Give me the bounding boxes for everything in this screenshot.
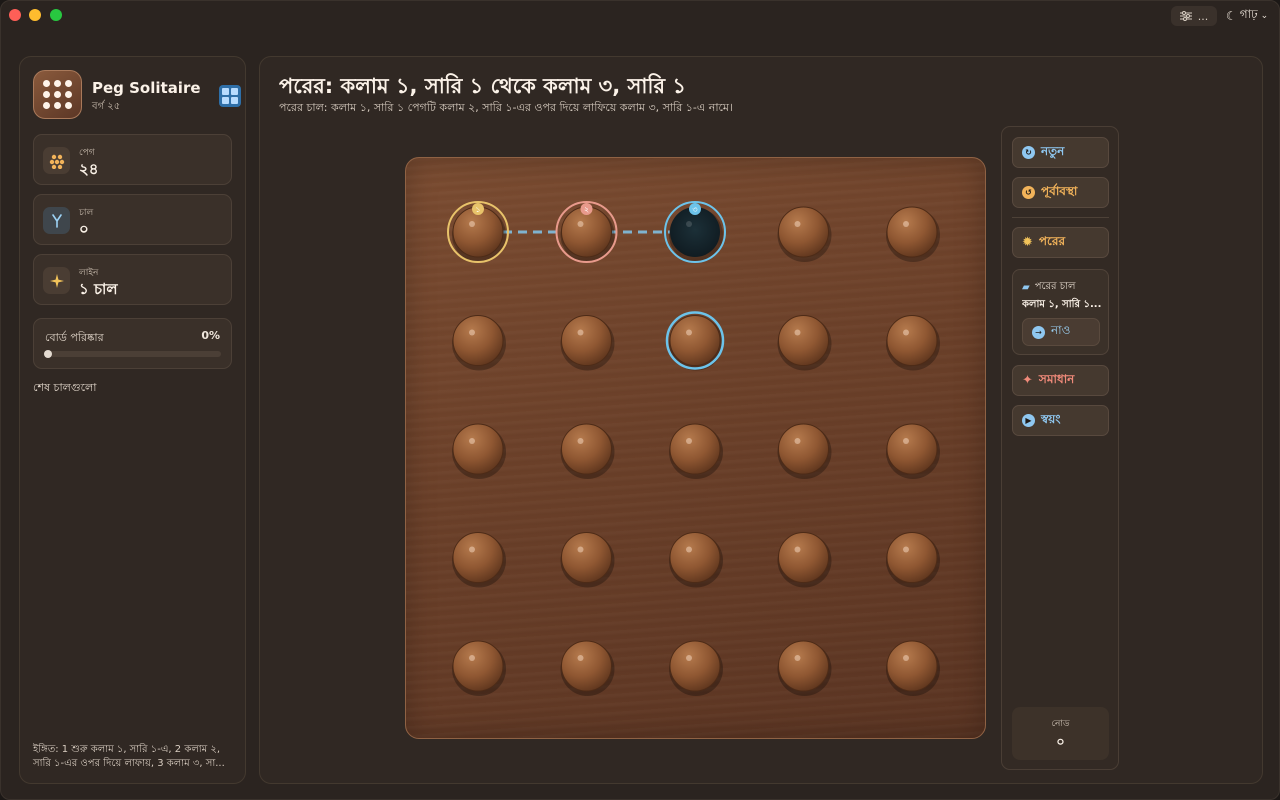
refresh-icon: ↻ xyxy=(1022,146,1035,159)
board-variant: বর্গ ২৫ xyxy=(92,101,121,112)
app-name: Peg Solitaire xyxy=(92,79,201,97)
next-hint-label: পরের xyxy=(1038,233,1066,248)
board-clear-progress: বোর্ড পরিষ্কার 0% xyxy=(33,318,232,369)
theme-label: গাঢ় xyxy=(1239,7,1258,21)
progress-label: বোর্ড পরিষ্কার xyxy=(45,331,104,344)
peg[interactable] xyxy=(777,206,832,262)
nodes-label: নোড xyxy=(1051,719,1070,729)
peg[interactable] xyxy=(560,423,615,479)
peg[interactable] xyxy=(669,532,723,588)
sidebar: Peg Solitaire বর্গ ২৫ পেগ ২৪ চাল ০ লাইন … xyxy=(19,56,246,784)
signpost-icon: ▰ xyxy=(1022,282,1030,293)
peg[interactable] xyxy=(777,532,832,588)
progress-percent: 0% xyxy=(201,329,220,342)
sparkle-icon: ✦ xyxy=(1022,373,1033,388)
theme-toggle[interactable]: ☾ গাঢ় ⌄ xyxy=(1226,6,1268,26)
peg[interactable] xyxy=(452,532,506,588)
solve-button[interactable]: ✦ সমাধান xyxy=(1012,365,1109,396)
step-badge-label: ৩ xyxy=(692,205,697,214)
play-icon: ▶ xyxy=(1022,414,1035,427)
divider xyxy=(1012,217,1109,218)
sliders-icon xyxy=(1179,11,1192,21)
peg[interactable] xyxy=(669,423,723,479)
peg[interactable] xyxy=(886,423,940,479)
peg[interactable] xyxy=(560,532,615,588)
peg[interactable] xyxy=(886,315,940,371)
step-badge-label: ২ xyxy=(584,205,589,214)
app-logo-icon xyxy=(33,70,82,119)
next-move-header: ▰ পরের চাল xyxy=(1022,279,1075,296)
peg[interactable] xyxy=(777,423,832,479)
new-game-button[interactable]: ↻ নতুন xyxy=(1012,137,1109,168)
auto-play-button[interactable]: ▶ স্বয়ং xyxy=(1012,405,1109,436)
solve-label: সমাধান xyxy=(1038,371,1075,386)
app-window: ... ☾ গাঢ় ⌄ Peg Solitaire বর্গ ২৫ পেগ ২… xyxy=(0,0,1280,800)
peg[interactable] xyxy=(886,640,940,696)
main-panel: পরের: কলাম ১, সারি ১ থেকে কলাম ৩, সারি ১… xyxy=(259,56,1263,784)
stat-value: ২৪ xyxy=(79,160,99,178)
sparkle-icon xyxy=(43,267,70,294)
new-game-label: নতুন xyxy=(1041,143,1065,158)
moon-icon: ☾ xyxy=(1226,9,1237,23)
undo-button[interactable]: ↺ পূর্বাবস্থা xyxy=(1012,177,1109,208)
take-move-label: নাও xyxy=(1051,323,1071,337)
peg[interactable] xyxy=(777,640,832,696)
more-label: ... xyxy=(1197,9,1209,23)
brand: Peg Solitaire বর্গ ২৫ xyxy=(33,70,241,120)
next-move-title: পরের চাল xyxy=(1034,281,1076,292)
undo-icon: ↺ xyxy=(1022,186,1035,199)
actions-panel: ↻ নতুন ↺ পূর্বাবস্থা ✹ পরের ▰ পরের চাল ক… xyxy=(1001,126,1119,770)
next-move-description: পরের চাল: কলাম ১, সারি ১ পেগটি কলাম ২, স… xyxy=(279,101,733,114)
fork-icon xyxy=(43,207,70,234)
peg[interactable] xyxy=(560,640,615,696)
toolbar-options-button[interactable]: ... xyxy=(1171,6,1217,26)
peg[interactable] xyxy=(452,640,506,696)
peg[interactable] xyxy=(452,423,506,479)
stat-line: লাইন ১ চাল xyxy=(33,254,232,305)
peg[interactable] xyxy=(452,315,506,371)
next-hint-button[interactable]: ✹ পরের xyxy=(1012,227,1109,258)
take-move-button[interactable]: → নাও xyxy=(1022,318,1100,346)
step-badge-label: ১ xyxy=(475,205,480,214)
peg[interactable] xyxy=(777,315,832,371)
auto-play-label: স্বয়ং xyxy=(1041,411,1061,426)
peg[interactable] xyxy=(560,315,615,371)
chevron-down-icon: ⌄ xyxy=(1260,11,1269,21)
progress-knob xyxy=(44,350,52,358)
peg[interactable] xyxy=(886,532,940,588)
next-move-text: কলাম ১, সারি ১... xyxy=(1022,299,1102,310)
nodes-value: ০ xyxy=(1056,735,1065,750)
progress-track xyxy=(44,350,221,358)
board-canvas: ১ ২ ৩ xyxy=(447,201,940,696)
stat-moves: চাল ০ xyxy=(33,194,232,245)
peg[interactable] xyxy=(669,640,723,696)
stat-value: ০ xyxy=(79,220,89,238)
stat-value: ১ চাল xyxy=(79,280,118,298)
undo-label: পূর্বাবস্থা xyxy=(1041,183,1078,198)
arrow-right-icon: → xyxy=(1032,325,1045,339)
stat-pegs: পেগ ২৪ xyxy=(33,134,232,185)
board-grid-button[interactable] xyxy=(219,85,241,107)
close-window-button[interactable] xyxy=(9,9,21,21)
next-move-card: ▰ পরের চাল কলাম ১, সারি ১... → নাও xyxy=(1012,269,1109,355)
title-bar: ... ☾ গাঢ় ⌄ xyxy=(1,1,1279,31)
nodes-counter: নোড ০ xyxy=(1012,707,1109,760)
pegs-icon xyxy=(43,147,70,174)
game-board: ১ ২ ৩ xyxy=(405,157,986,739)
minimize-window-button[interactable] xyxy=(29,9,41,21)
lightbulb-icon: ✹ xyxy=(1022,235,1033,250)
peg[interactable] xyxy=(886,206,940,262)
last-moves-title: শেষ চালগুলো xyxy=(33,381,97,394)
maximize-window-button[interactable] xyxy=(50,9,62,21)
hint-text: ইঙ্গিত: 1 শুরু কলাম ১, সারি ১-এ, 2 কলাম … xyxy=(33,744,225,769)
